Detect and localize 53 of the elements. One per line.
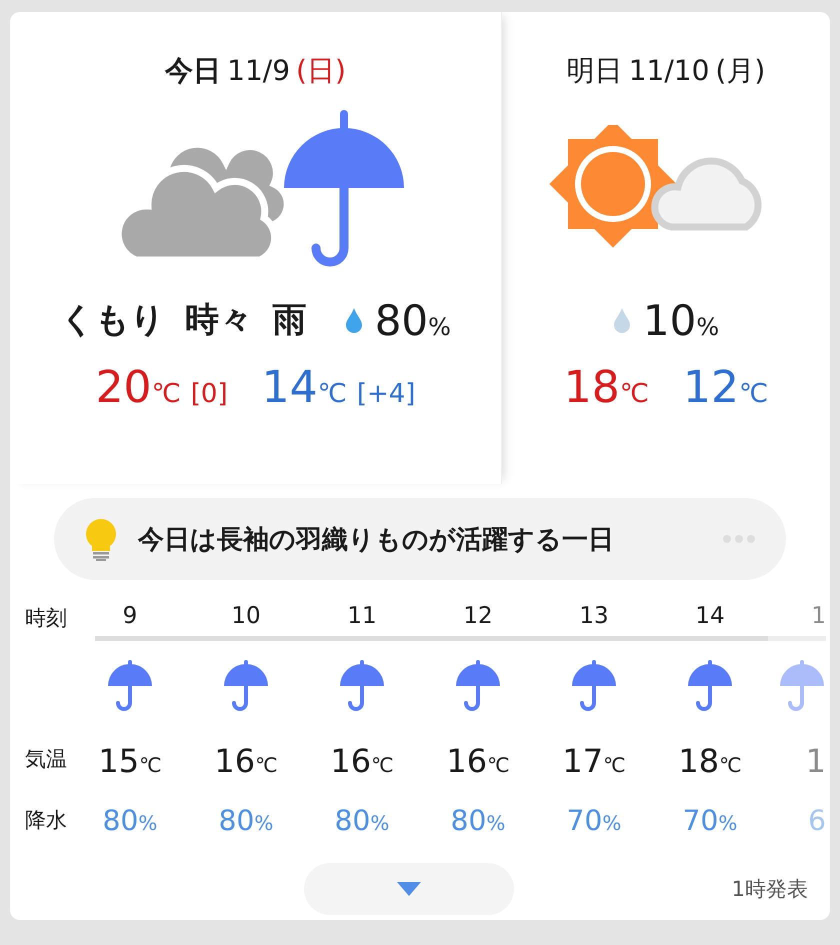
umbrella-icon <box>338 660 386 712</box>
hour-label: 13 <box>536 590 652 641</box>
low-temp: 14℃ <box>262 362 347 413</box>
high-temp: 18℃ <box>564 362 649 413</box>
hour-temp: 16℃ <box>330 741 394 782</box>
hour-temp: 15℃ <box>98 741 162 782</box>
hour-label: 10 <box>188 590 304 641</box>
hour-label: 1 <box>768 590 826 641</box>
lightbulb-icon <box>84 517 118 561</box>
row-label: 気温 <box>25 746 67 773</box>
hour-temp: 16℃ <box>214 741 278 782</box>
caret-down-icon <box>396 881 422 897</box>
date-text: 11/10 <box>628 54 710 87</box>
hour-precip: 70% <box>682 803 738 839</box>
day-label: 明日 <box>566 53 623 89</box>
hour-precip: 80% <box>218 803 274 839</box>
umbrella-icon <box>570 660 618 712</box>
hint-text: 今日は長袖の羽織りものが活躍する一日 <box>138 524 615 556</box>
high-temp: 20℃ <box>96 362 181 413</box>
raindrop-icon <box>344 307 363 333</box>
date-text: 11/9 <box>227 54 290 87</box>
umbrella-icon <box>454 660 502 712</box>
issued-time: 1時発表 <box>732 876 808 903</box>
low-temp: 12℃ <box>683 362 768 413</box>
high-diff: [0] <box>190 379 228 409</box>
hour-label: 14 <box>652 590 768 641</box>
hour-label: 9 <box>95 590 188 641</box>
hour-temp: 16℃ <box>446 741 510 782</box>
hour-label: 11 <box>304 590 420 641</box>
low-diff: [+4] <box>356 379 416 409</box>
umbrella-icon <box>686 660 734 712</box>
hour-precip: 80% <box>334 803 390 839</box>
hour-temp: 1 <box>806 741 826 782</box>
hour-precip: 80% <box>450 803 506 839</box>
row-label: 降水 <box>25 807 67 834</box>
hour-temp: 17℃ <box>562 741 626 782</box>
umbrella-icon <box>222 660 270 712</box>
hour-temp: 18℃ <box>678 741 742 782</box>
precip-value: 80% <box>374 296 451 344</box>
raindrop-icon <box>612 307 631 333</box>
hour-precip: 70% <box>566 803 622 839</box>
umbrella-icon <box>106 660 154 712</box>
hint-banner[interactable]: 今日は長袖の羽織りものが活躍する一日 <box>54 498 786 580</box>
hour-precip: 6 <box>808 803 826 839</box>
hour-precip: 80% <box>102 803 158 839</box>
weather-text: くもり 時々 雨 <box>60 299 307 342</box>
day-label: 今日 <box>165 53 222 89</box>
weekday-text: (月) <box>715 53 766 89</box>
precip-value: 10% <box>642 296 720 344</box>
weekday-text: (日) <box>296 53 346 89</box>
hour-label: 12 <box>420 590 536 641</box>
row-label: 時刻 <box>25 605 67 632</box>
umbrella-icon <box>778 660 826 712</box>
